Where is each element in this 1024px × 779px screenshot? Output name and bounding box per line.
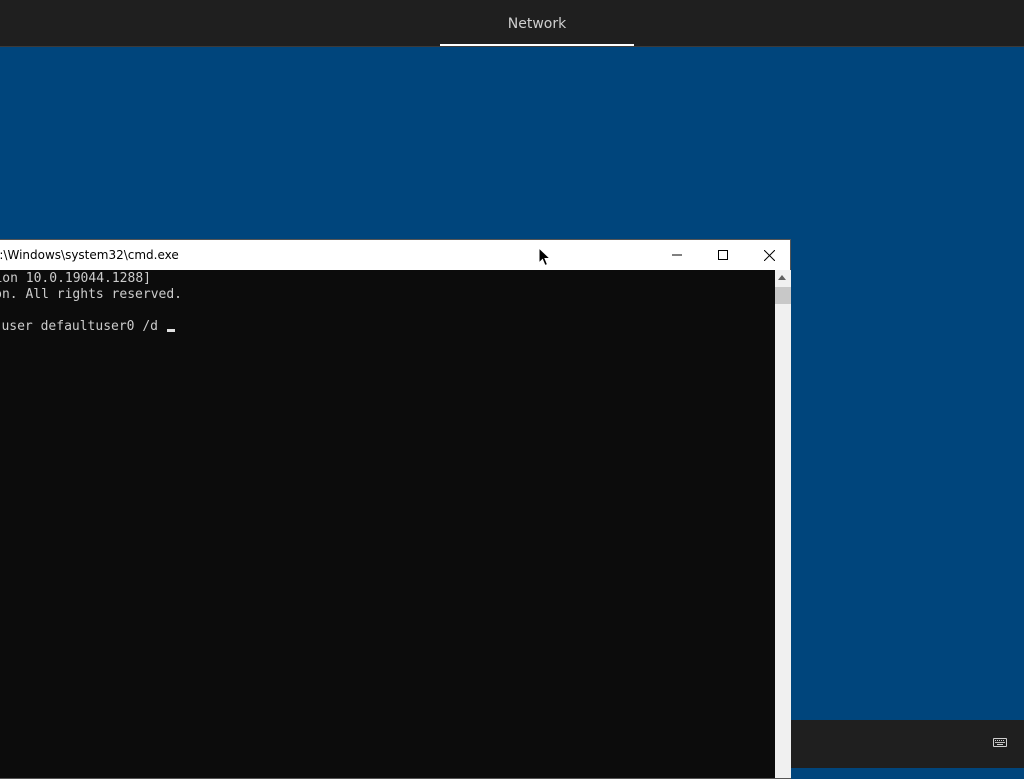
tab-network[interactable]: Network xyxy=(440,0,634,46)
console-line: on. All rights reserved. xyxy=(0,287,182,302)
window-title: C:\Windows\system32\cmd.exe xyxy=(0,248,179,262)
console-line: ion 10.0.19044.1288] xyxy=(0,271,151,286)
vertical-scrollbar[interactable] xyxy=(775,270,791,778)
cmd-window[interactable]: C:\Windows\system32\cmd.exe ion 10.0.190… xyxy=(0,239,791,779)
maximize-icon xyxy=(718,250,728,260)
scroll-thumb[interactable] xyxy=(775,287,791,304)
close-button[interactable] xyxy=(746,240,792,270)
close-icon xyxy=(764,250,775,261)
console-line: user defaultuser0 /d xyxy=(1,319,158,334)
scroll-up-arrow-icon[interactable] xyxy=(778,275,786,280)
minimize-button[interactable] xyxy=(654,240,700,270)
keyboard-icon[interactable] xyxy=(993,738,1007,747)
mouse-pointer-icon xyxy=(538,247,552,267)
maximize-button[interactable] xyxy=(700,240,746,270)
text-cursor xyxy=(167,329,175,332)
console-output[interactable]: ion 10.0.19044.1288] on. All rights rese… xyxy=(0,270,775,778)
bottom-bar xyxy=(791,720,1024,768)
minimize-icon xyxy=(672,254,682,256)
window-title-bar[interactable]: C:\Windows\system32\cmd.exe xyxy=(0,240,790,270)
top-bar: Network xyxy=(0,0,1024,47)
